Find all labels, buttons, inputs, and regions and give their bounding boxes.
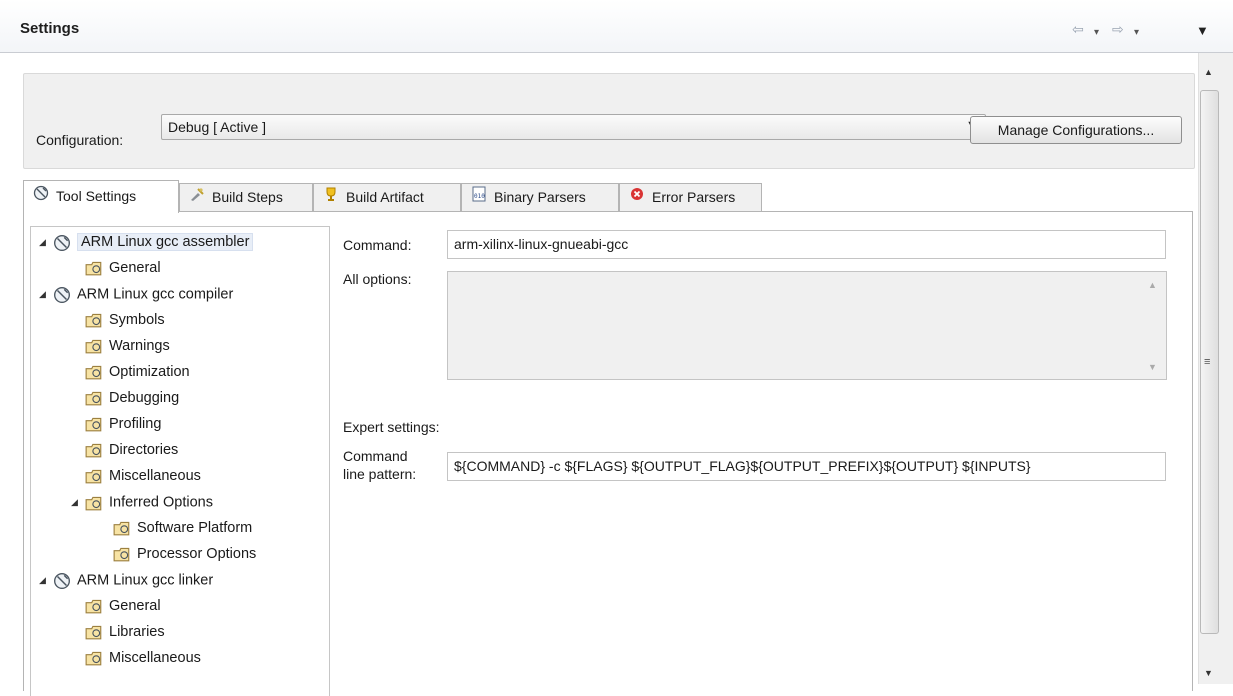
tree-item-label: General [109, 598, 161, 614]
tool-icon [53, 572, 73, 590]
build-steps-icon [188, 184, 206, 211]
folder-settings-icon [113, 519, 133, 537]
command-label: Command: [343, 237, 412, 253]
scroll-down-icon[interactable]: ▼ [1204, 668, 1213, 678]
tree-item-label: Miscellaneous [109, 650, 201, 666]
expand-arrow-icon[interactable]: ◢ [39, 231, 53, 254]
folder-settings-icon [85, 649, 105, 667]
all-options-textarea[interactable]: ▲ ▼ [447, 271, 1167, 380]
tree-item-processor-options[interactable]: Processor Options [113, 543, 256, 566]
expert-settings-label: Expert settings: [343, 419, 440, 435]
command-input[interactable]: arm-xilinx-linux-gnueabi-gcc [447, 230, 1166, 259]
tool-icon [53, 286, 73, 304]
tree-item-directories[interactable]: Directories [85, 439, 178, 462]
tree-item-optimization[interactable]: Optimization [85, 361, 190, 384]
tree-item-linker-general[interactable]: General [85, 595, 161, 618]
tree-item-linker-miscellaneous[interactable]: Miscellaneous [85, 647, 201, 670]
configuration-label: Configuration: [36, 132, 124, 148]
folder-settings-icon [85, 623, 105, 641]
command-line-pattern-label: Command line pattern: [343, 447, 416, 483]
tree-item-libraries[interactable]: Libraries [85, 621, 165, 644]
expand-arrow-icon[interactable]: ◢ [71, 491, 85, 514]
error-icon [628, 184, 646, 211]
tree-item-profiling[interactable]: Profiling [85, 413, 161, 436]
folder-settings-icon [85, 311, 105, 329]
view-menu-icon[interactable]: ▼ [1196, 22, 1209, 40]
tree-item-label: Software Platform [137, 520, 253, 536]
tree-item-symbols[interactable]: Symbols [85, 309, 165, 332]
svg-text:010: 010 [474, 193, 485, 200]
tree-item-label: Symbols [109, 312, 165, 328]
tree-item-label: ARM Linux gcc linker [77, 572, 214, 589]
folder-settings-icon [85, 363, 105, 381]
tree-item-label: Inferred Options [109, 494, 213, 511]
tree-item-miscellaneous[interactable]: Miscellaneous [85, 465, 201, 488]
pattern-label-line2: line pattern: [343, 466, 417, 482]
binary-icon: 010 [470, 184, 488, 211]
forward-arrow-icon[interactable]: ⇨ [1112, 20, 1124, 38]
folder-settings-icon [85, 467, 105, 485]
manage-configurations-button[interactable]: Manage Configurations... [970, 116, 1182, 144]
tab-label: Build Steps [212, 189, 283, 205]
expand-arrow-icon[interactable]: ◢ [39, 283, 53, 306]
tree-item-label: Warnings [109, 338, 170, 354]
tree-item-label: ARM Linux gcc assembler [77, 233, 254, 252]
tree-item-label: Profiling [109, 416, 162, 432]
trophy-icon [322, 184, 340, 211]
settings-header: Settings ⇦ ▾ ⇨ ▾ ▼ [0, 0, 1233, 53]
tab-label: Error Parsers [652, 189, 736, 205]
tree-item-label: Optimization [109, 364, 190, 380]
folder-settings-icon [113, 545, 133, 563]
expand-arrow-icon[interactable]: ◢ [39, 569, 53, 592]
tab-build-steps[interactable]: Build Steps [179, 183, 313, 212]
all-options-label: All options: [343, 271, 412, 287]
tree-item-inferred-options[interactable]: ◢ Inferred Options [71, 491, 213, 514]
tree-item-label: Debugging [109, 390, 180, 406]
all-options-scrollbar[interactable]: ▲ ▼ [1140, 272, 1166, 379]
configuration-select[interactable]: Debug [ Active ] ▼ [161, 114, 986, 140]
configuration-value: Debug [ Active ] [168, 119, 267, 135]
tree-item-label: General [109, 260, 161, 276]
tree-item-label: Directories [109, 442, 179, 458]
tool-tree: ◢ ARM Linux gcc assembler General ◢ ARM Li… [30, 226, 330, 696]
tree-item-general[interactable]: General [85, 257, 161, 280]
folder-settings-icon [85, 415, 105, 433]
folder-settings-icon [85, 389, 105, 407]
tree-item-label: ARM Linux gcc compiler [77, 286, 234, 303]
tab-binary-parsers[interactable]: 010 Binary Parsers [461, 183, 619, 212]
tool-icon [53, 234, 73, 252]
command-line-pattern-input[interactable]: ${COMMAND} -c ${FLAGS} ${OUTPUT_FLAG}${O… [447, 452, 1166, 481]
tree-item-assembler[interactable]: ◢ ARM Linux gcc assembler [39, 231, 254, 254]
tab-label: Binary Parsers [494, 189, 586, 205]
tab-label: Build Artifact [346, 189, 424, 205]
pattern-label-line1: Command [343, 448, 408, 464]
tree-item-debugging[interactable]: Debugging [85, 387, 179, 410]
tree-item-warnings[interactable]: Warnings [85, 335, 170, 358]
folder-settings-icon [85, 494, 105, 512]
tree-item-compiler[interactable]: ◢ ARM Linux gcc compiler [39, 283, 233, 306]
back-history-dropdown-icon[interactable]: ▾ [1094, 24, 1099, 42]
back-arrow-icon[interactable]: ⇦ [1072, 20, 1084, 38]
folder-settings-icon [85, 441, 105, 459]
folder-settings-icon [85, 337, 105, 355]
scroll-up-icon[interactable]: ▲ [1204, 67, 1213, 77]
tool-settings-icon [32, 181, 50, 212]
grip-icon: ≡ [1204, 356, 1211, 368]
tab-error-parsers[interactable]: Error Parsers [619, 183, 762, 212]
scroll-up-icon[interactable]: ▲ [1148, 280, 1157, 290]
tab-tool-settings[interactable]: Tool Settings [23, 180, 179, 213]
tab-label: Tool Settings [56, 188, 137, 204]
folder-settings-icon [85, 259, 105, 277]
tree-item-software-platform[interactable]: Software Platform [113, 517, 252, 540]
tree-item-label: Miscellaneous [109, 468, 201, 484]
tree-item-label: Libraries [109, 624, 165, 640]
configuration-panel: Configuration: Debug [ Active ] ▼ Manage… [23, 73, 1195, 169]
forward-history-dropdown-icon[interactable]: ▾ [1134, 24, 1139, 42]
tab-build-artifact[interactable]: Build Artifact [313, 183, 461, 212]
tree-item-linker[interactable]: ◢ ARM Linux gcc linker [39, 569, 213, 592]
page-title: Settings [20, 20, 80, 37]
folder-settings-icon [85, 597, 105, 615]
tree-item-label: Processor Options [137, 546, 257, 562]
scroll-down-icon[interactable]: ▼ [1148, 362, 1157, 372]
